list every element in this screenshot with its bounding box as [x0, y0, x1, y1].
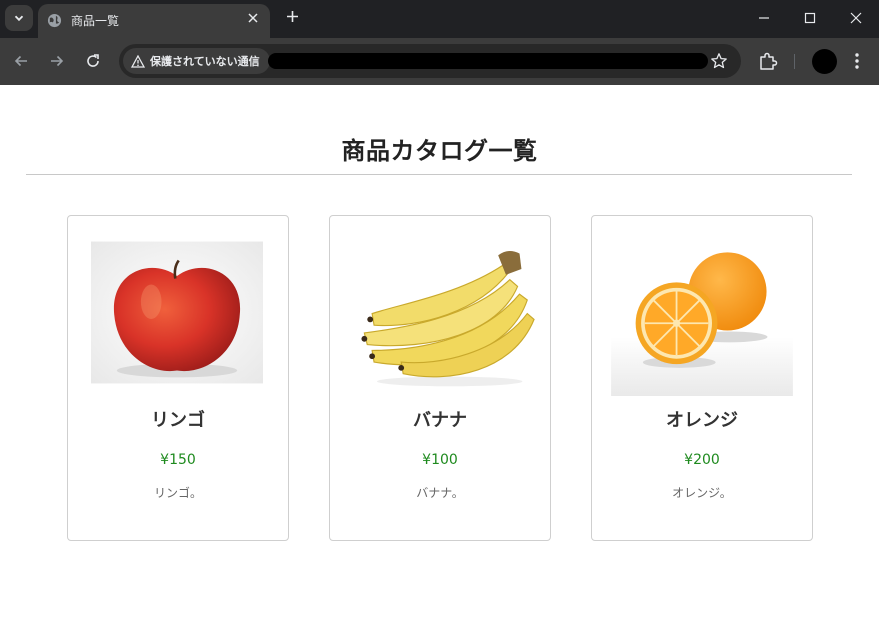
page-content: 商品カタログ一覧 リンゴ ¥150 リンゴ。 バナナ ¥100 バナナ。 オレン… — [0, 85, 879, 642]
puzzle-icon[interactable] — [757, 50, 779, 72]
orange-image — [611, 246, 793, 396]
page-title: 商品カタログ一覧 — [341, 137, 538, 165]
arrow-left-icon — [14, 55, 27, 67]
product-name: オレンジ — [666, 410, 738, 431]
product-card-banana[interactable]: バナナ ¥100 バナナ。 — [329, 215, 551, 541]
product-name: リンゴ — [151, 410, 205, 431]
maximize-icon — [804, 12, 816, 24]
minimize-icon — [759, 17, 769, 19]
url-text-redacted[interactable] — [268, 53, 708, 69]
maximize-button[interactable] — [790, 4, 830, 32]
security-label: 保護されていない通信 — [150, 55, 260, 68]
product-name: バナナ — [413, 410, 467, 431]
new-tab-button[interactable] — [281, 6, 303, 28]
product-description: オレンジ。 — [672, 486, 732, 500]
close-icon — [850, 12, 862, 24]
chevron-down-icon — [14, 15, 24, 22]
product-description: リンゴ。 — [153, 486, 202, 500]
globe-icon — [47, 13, 62, 28]
star-icon[interactable] — [710, 52, 728, 70]
profile-avatar[interactable] — [812, 49, 837, 74]
browser-toolbar: 保護されていない通信 — [0, 38, 879, 85]
reload-icon — [87, 54, 99, 67]
close-icon — [248, 13, 258, 23]
warning-icon — [131, 54, 145, 68]
product-price: ¥200 — [684, 452, 720, 468]
product-card-apple[interactable]: リンゴ ¥150 リンゴ。 — [67, 215, 289, 541]
close-window-button[interactable] — [836, 4, 876, 32]
product-description: バナナ。 — [416, 486, 464, 500]
product-price: ¥100 — [422, 452, 458, 468]
minimize-button[interactable] — [744, 4, 784, 32]
tab-strip: 商品一覧 — [0, 0, 879, 38]
toolbar-divider — [794, 54, 795, 69]
product-price: ¥150 — [160, 452, 196, 468]
reload-button[interactable] — [80, 48, 106, 74]
back-button[interactable] — [8, 48, 34, 74]
forward-button[interactable] — [44, 48, 70, 74]
banana-image — [343, 236, 537, 396]
apple-image — [91, 241, 263, 384]
active-tab[interactable]: 商品一覧 — [38, 4, 270, 38]
tab-title: 商品一覧 — [71, 14, 120, 28]
plus-icon — [286, 11, 298, 22]
tab-close-button[interactable] — [245, 12, 261, 28]
arrow-right-icon — [51, 55, 64, 67]
address-bar[interactable]: 保護されていない通信 — [119, 44, 741, 78]
title-divider — [26, 174, 852, 175]
security-chip[interactable]: 保護されていない通信 — [123, 48, 270, 74]
product-card-orange[interactable]: オレンジ ¥200 オレンジ。 — [591, 215, 813, 541]
tab-search-button[interactable] — [5, 5, 33, 31]
kebab-menu-icon[interactable] — [849, 50, 865, 72]
